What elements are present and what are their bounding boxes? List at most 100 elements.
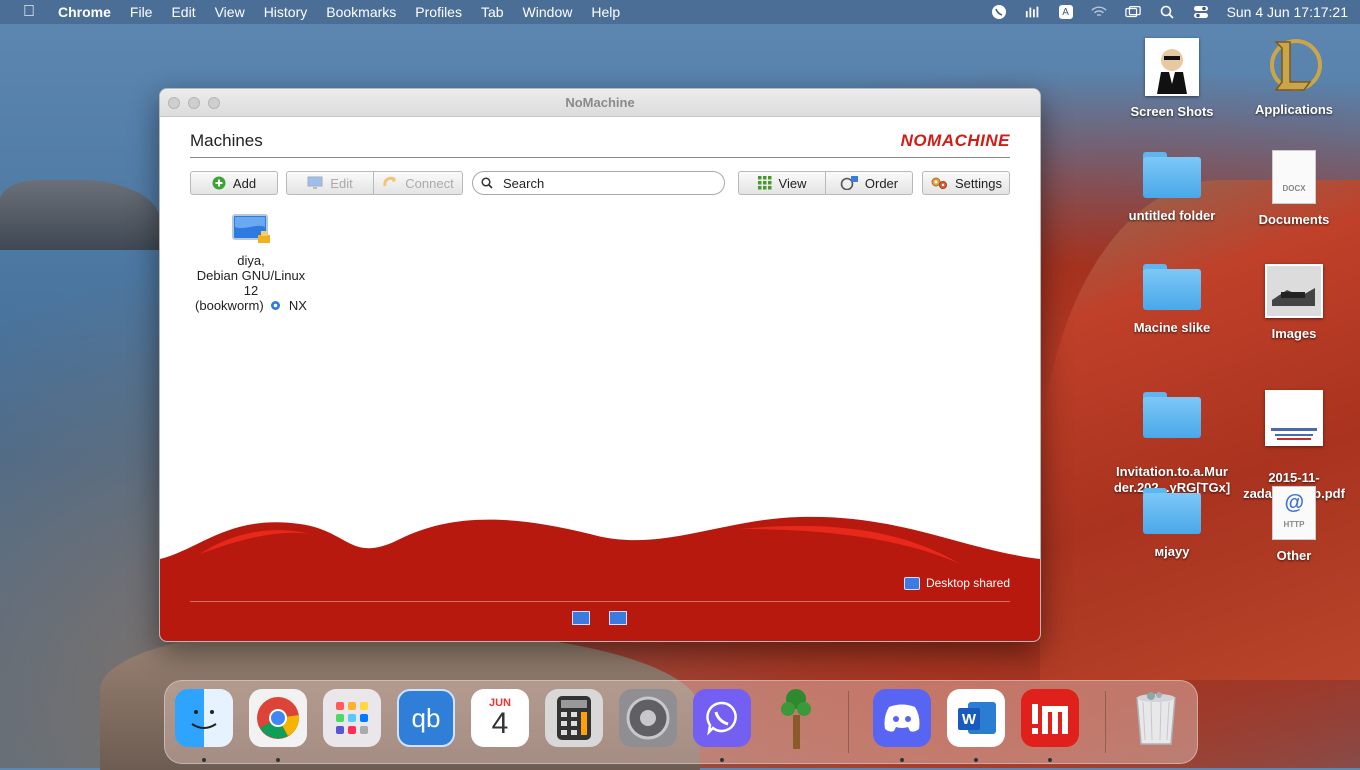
viber-icon[interactable] [693,689,751,747]
desktop-icon-label: Other [1276,548,1312,563]
desktop-shared-indicator[interactable]: Desktop shared [903,576,1010,590]
edit-label: Edit [330,175,353,191]
machine-name: diya, [237,253,265,268]
dock: qb JUN 4 W [164,680,1198,764]
window-titlebar[interactable]: NoMachine [160,89,1040,117]
view-label: View [778,175,807,191]
grid-view-icon [757,176,772,190]
menu-tab[interactable]: Tab [481,4,504,20]
running-indicator [276,758,280,762]
menu-bar:  Chrome File Edit View History Bookmark… [0,0,1360,24]
folder-icon [1143,488,1201,534]
control-center-icon[interactable] [1193,5,1209,19]
machine-item[interactable]: diya, Debian GNU/Linux 12 (bookworm) NX [190,213,312,313]
edit-button[interactable]: Edit [286,171,374,195]
tuxedo-portrait-icon [1145,38,1199,96]
docx-file-icon: DOCX [1272,150,1316,204]
pdf-thumbnail-icon [1265,390,1323,446]
calendar-icon[interactable]: JUN 4 [471,689,529,747]
trash-icon[interactable] [1127,689,1185,747]
calculator-icon[interactable] [545,689,603,747]
settings-label: Settings [955,175,1002,191]
calendar-day: 4 [491,707,509,740]
image-stack-icon [1265,264,1323,318]
menu-clock[interactable]: Sun 4 Jun 17:17:21 [1227,4,1348,20]
search-icon [481,177,493,189]
window-title: NoMachine [565,95,635,110]
desktop-icon-macine-slike[interactable]: Macine slike [1112,264,1232,336]
machine-os-release: (bookworm) NX [195,298,307,313]
qbittorrent-icon[interactable]: qb [397,689,455,747]
running-indicator [1048,758,1052,762]
running-indicator [720,758,724,762]
machines-header: Machines NOMACHINE [190,131,1010,158]
viber-status-icon[interactable] [991,5,1007,19]
terraria-tree-icon[interactable] [767,689,825,749]
gears-icon [930,176,948,190]
screen-mirroring-icon[interactable] [1124,5,1141,19]
view-button[interactable]: View [738,171,826,195]
menu-profiles[interactable]: Profiles [415,4,462,20]
search-box[interactable] [472,171,725,195]
desktop-shared-label: Desktop shared [925,576,1010,590]
spotlight-search-icon[interactable] [1159,5,1175,19]
menu-view[interactable]: View [215,4,245,20]
league-logo-icon [1266,36,1322,94]
apple-icon[interactable]:  [0,3,58,21]
desktop-icon-label: Macine slike [1133,320,1211,335]
folder-icon [1143,152,1201,198]
activity-monitor-icon[interactable] [1025,5,1041,19]
running-indicator [974,758,978,762]
add-icon [212,176,226,190]
add-label: Add [232,175,257,191]
word-icon[interactable]: W [947,689,1005,747]
desktop-icon-applications[interactable]: Applications [1234,36,1354,118]
connect-button[interactable]: Connect [373,171,463,195]
fullscreen-icon[interactable] [572,611,590,625]
svg-text:W: W [962,711,977,728]
discord-icon[interactable] [873,689,931,747]
menu-file[interactable]: File [130,4,153,20]
nomachine-window: NoMachine Machines NOMACHINE Add Edit Co… [159,88,1041,642]
desktop-icon-label: Images [1271,326,1317,341]
connect-icon [382,176,398,190]
search-input[interactable] [501,174,705,192]
menu-history[interactable]: History [264,4,308,20]
desktop-icon-other[interactable]: @ HTTP Other [1234,486,1354,564]
desktop-icon-label: untitled folder [1128,208,1216,223]
close-window-button[interactable] [168,97,180,109]
order-button[interactable]: Order [825,171,913,195]
desktop-icon-mjauu-folder[interactable]: мјауу [1112,488,1232,560]
menu-help[interactable]: Help [591,4,620,20]
settings-button[interactable]: Settings [922,171,1010,195]
resize-icon[interactable] [609,611,627,625]
menu-app-name[interactable]: Chrome [58,4,111,20]
wifi-icon[interactable] [1090,5,1107,19]
zoom-window-button[interactable] [208,97,220,109]
add-button[interactable]: Add [190,171,278,195]
running-indicator [900,758,904,762]
launchpad-icon[interactable] [323,689,381,747]
desktop-icon-screen-shots[interactable]: Screen Shots [1112,38,1232,120]
minimize-window-button[interactable] [188,97,200,109]
order-icon [840,176,858,190]
footer-divider [190,601,1010,602]
toolbar: Add Edit Connect View [190,171,1010,197]
nomachine-dock-icon[interactable] [1021,689,1079,747]
desktop-icon-untitled-folder[interactable]: untitled folder [1112,152,1232,224]
menu-edit[interactable]: Edit [171,4,195,20]
menu-bookmarks[interactable]: Bookmarks [326,4,396,20]
machine-monitor-icon [231,213,271,247]
system-preferences-icon[interactable] [619,689,677,747]
protocol-gear-icon [271,301,281,310]
desktop-icon-documents[interactable]: DOCX Documents [1234,150,1354,228]
dock-separator [1105,691,1106,753]
order-label: Order [864,175,899,191]
menu-window[interactable]: Window [523,4,573,20]
desktop-icon-images[interactable]: Images [1234,264,1354,342]
folder-icon [1143,392,1201,438]
input-source-icon[interactable]: A [1058,5,1073,19]
finder-icon[interactable] [175,689,233,747]
chrome-icon[interactable] [249,689,307,747]
footer-wave [160,516,1040,641]
